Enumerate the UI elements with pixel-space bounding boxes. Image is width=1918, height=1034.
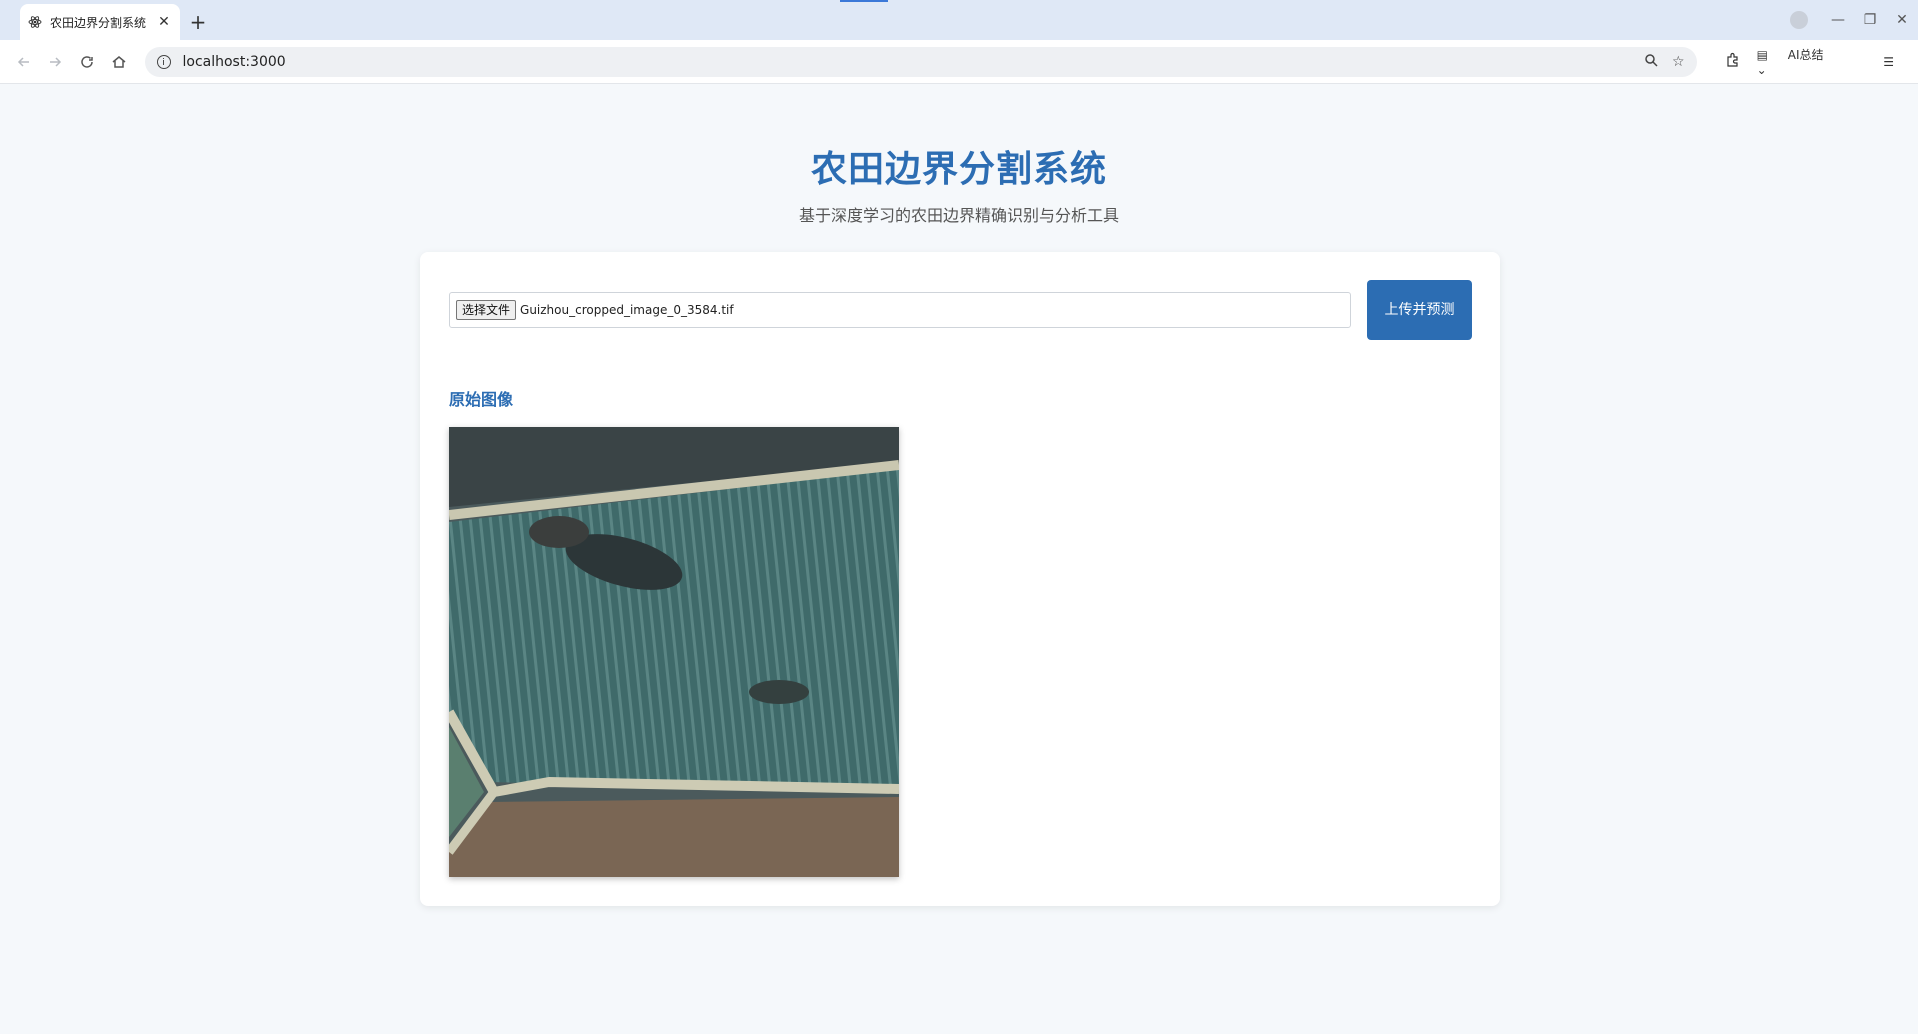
page-body: 农田边界分割系统 基于深度学习的农田边界精确识别与分析工具 选择文件 Guizh… [0,84,1918,1034]
page-title: 农田边界分割系统 [810,149,1107,190]
ai-summary-label: AI总结 [1787,48,1824,62]
react-logo-icon [28,16,42,28]
url-text[interactable]: localhost:3000 [183,54,1631,70]
browser-toolbar: i localhost:3000 ☆ ▤ AI总结 ⌄ ☰ [0,40,1918,84]
tab-title: 农田边界分割系统 [50,15,147,30]
ai-summary-button[interactable]: ▤ AI总结 ⌄ [1757,46,1868,77]
chevron-down-icon: ⌄ [1756,63,1767,77]
reload-icon[interactable] [71,46,103,78]
home-icon[interactable] [103,46,135,78]
selected-file-name: Guizhou_cropped_image_0_3584.tif [520,303,734,317]
choose-file-button[interactable]: 选择文件 [456,300,517,320]
minimize-icon[interactable]: — [1822,12,1854,28]
window-controls: — ❐ ✕ [1790,0,1918,40]
zoom-icon[interactable] [1644,53,1658,71]
page-subtitle: 基于深度学习的农田边界精确识别与分析工具 [798,206,1119,225]
browser-tabbar: 农田边界分割系统 ✕ + — ❐ ✕ [0,0,1918,40]
upload-predict-button[interactable]: 上传并预测 [1367,280,1472,340]
browser-tab[interactable]: 农田边界分割系统 ✕ [20,4,180,40]
new-tab-button[interactable]: + [180,4,216,40]
back-icon[interactable] [8,46,40,78]
main-card: 选择文件 Guizhou_cropped_image_0_3584.tif 上传… [420,252,1500,906]
close-window-icon[interactable]: ✕ [1886,12,1918,28]
file-input[interactable]: 选择文件 Guizhou_cropped_image_0_3584.tif [449,292,1351,328]
original-satellite-image [449,427,899,877]
menu-icon[interactable]: ☰ [1883,55,1894,69]
reader-icon: ▤ [1756,48,1768,62]
extensions-icon[interactable] [1725,52,1741,71]
star-icon[interactable]: ☆ [1672,54,1685,70]
restore-icon[interactable]: ❐ [1854,12,1886,28]
profile-avatar-icon[interactable] [1790,11,1808,29]
toolbar-right: ▤ AI总结 ⌄ ☰ [1725,46,1910,77]
close-tab-icon[interactable]: ✕ [156,14,172,30]
info-icon[interactable]: i [156,54,171,69]
loading-indicator [840,0,888,2]
forward-icon[interactable] [40,46,72,78]
address-bar[interactable]: i localhost:3000 ☆ [144,46,1697,77]
original-image-title: 原始图像 [449,390,514,409]
